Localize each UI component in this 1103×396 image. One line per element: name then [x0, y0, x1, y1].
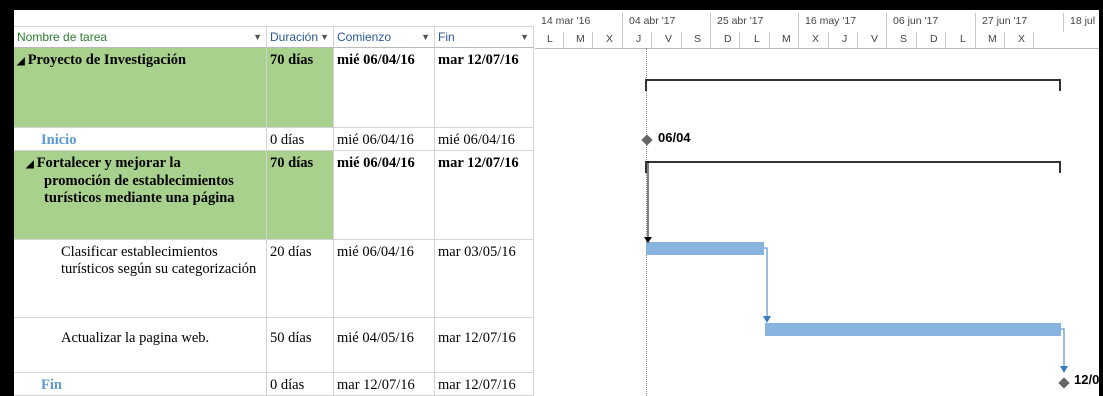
- column-header-start[interactable]: Comienzo ▼: [334, 26, 435, 48]
- gantt-chart: 14 mar '16 04 abr '17 25 abr '17 16 may …: [535, 10, 1099, 396]
- chevron-down-icon[interactable]: ▼: [520, 26, 529, 48]
- dependency-line: [764, 247, 768, 322]
- column-header-name-label: Nombre de tarea: [17, 30, 108, 44]
- chevron-down-icon[interactable]: ▼: [253, 26, 262, 48]
- duration-cell[interactable]: 70 días: [267, 48, 334, 128]
- start-cell[interactable]: mié 06/04/16: [334, 48, 435, 128]
- task-name: Fin: [41, 377, 62, 393]
- duration-cell[interactable]: 0 días: [267, 373, 334, 396]
- column-header-end-label: Fin: [438, 30, 455, 44]
- task-name-cell[interactable]: ◢ Fortalecer y mejorar la promoción de es…: [14, 151, 267, 240]
- duration-cell[interactable]: 50 días: [267, 318, 334, 373]
- arrow-head-icon: [763, 316, 771, 323]
- task-name-cell[interactable]: Actualizar la pagina web.: [14, 318, 267, 373]
- milestone-end-label: 12/07: [1074, 372, 1099, 387]
- chevron-down-icon[interactable]: ▼: [421, 26, 430, 48]
- task-table: Nombre de tarea ▼ Duración ▼ Comienzo ▼ …: [14, 10, 534, 396]
- table-row[interactable]: ◢ Fortalecer y mejorar la promoción de es…: [14, 151, 534, 240]
- duration-cell[interactable]: 0 días: [267, 128, 334, 151]
- task-name-line: turísticos mediante una página: [44, 190, 235, 206]
- dependency-links: [644, 161, 1068, 373]
- start-cell[interactable]: mié 06/04/16: [334, 128, 435, 151]
- table-row[interactable]: Fin 0 días mar 12/07/16 mar 12/07/16: [14, 373, 534, 396]
- task-name: Inicio: [41, 132, 77, 148]
- chevron-down-icon[interactable]: ▼: [320, 26, 329, 48]
- column-header-start-label: Comienzo: [337, 30, 392, 44]
- task-name: Actualizar la pagina web.: [61, 330, 210, 346]
- task-name-cell[interactable]: Clasificar establecimientos turísticos s…: [14, 240, 267, 318]
- duration-cell[interactable]: 70 días: [267, 151, 334, 240]
- column-header-duration[interactable]: Duración ▼: [267, 26, 334, 48]
- column-header-name[interactable]: Nombre de tarea ▼: [14, 26, 267, 48]
- task-name-line: Clasificar establecimientos: [61, 244, 218, 260]
- column-header-duration-label: Duración: [270, 30, 319, 44]
- gantt-view: Nombre de tarea ▼ Duración ▼ Comienzo ▼ …: [14, 10, 1099, 396]
- end-cell[interactable]: mar 12/07/16: [435, 151, 534, 240]
- start-cell[interactable]: mié 06/04/16: [334, 240, 435, 318]
- end-cell[interactable]: mar 12/07/16: [435, 373, 534, 396]
- dependency-line: [1061, 328, 1065, 372]
- end-cell[interactable]: mar 12/07/16: [435, 48, 534, 128]
- table-row[interactable]: Clasificar establecimientos turísticos s…: [14, 240, 534, 318]
- table-row[interactable]: Actualizar la pagina web. 50 días mié 04…: [14, 318, 534, 373]
- start-cell[interactable]: mar 12/07/16: [334, 373, 435, 396]
- collapse-triangle-icon[interactable]: ◢: [17, 56, 25, 67]
- task-name-line: turísticos según su categorización: [61, 261, 257, 277]
- start-cell[interactable]: mié 04/05/16: [334, 318, 435, 373]
- column-header-end[interactable]: Fin ▼: [435, 26, 534, 48]
- end-cell[interactable]: mié 06/04/16: [435, 128, 534, 151]
- window-frame: Nombre de tarea ▼ Duración ▼ Comienzo ▼ …: [0, 0, 1103, 396]
- task-name: Proyecto de Investigación: [27, 52, 187, 68]
- duration-cell[interactable]: 20 días: [267, 240, 334, 318]
- task-name-line: promoción de establecimientos: [44, 173, 234, 189]
- task-name-cell[interactable]: ◢ Proyecto de Investigación: [14, 48, 267, 128]
- task-name-cell[interactable]: Inicio: [14, 128, 267, 151]
- collapse-triangle-icon[interactable]: ◢: [26, 159, 34, 170]
- end-cell[interactable]: mar 12/07/16: [435, 318, 534, 373]
- arrow-head-icon: [644, 237, 652, 243]
- table-row[interactable]: ◢ Proyecto de Investigación 70 días mié 0…: [14, 48, 534, 128]
- task-name-line: Fortalecer y mejorar la: [36, 155, 181, 171]
- end-cell[interactable]: mar 03/05/16: [435, 240, 534, 318]
- task-name-cell[interactable]: Fin: [14, 373, 267, 396]
- arrow-head-icon: [1060, 366, 1068, 373]
- table-row[interactable]: Inicio 0 días mié 06/04/16 mié 06/04/16: [14, 128, 534, 151]
- header-spacer: [14, 10, 534, 27]
- start-cell[interactable]: mié 06/04/16: [334, 151, 435, 240]
